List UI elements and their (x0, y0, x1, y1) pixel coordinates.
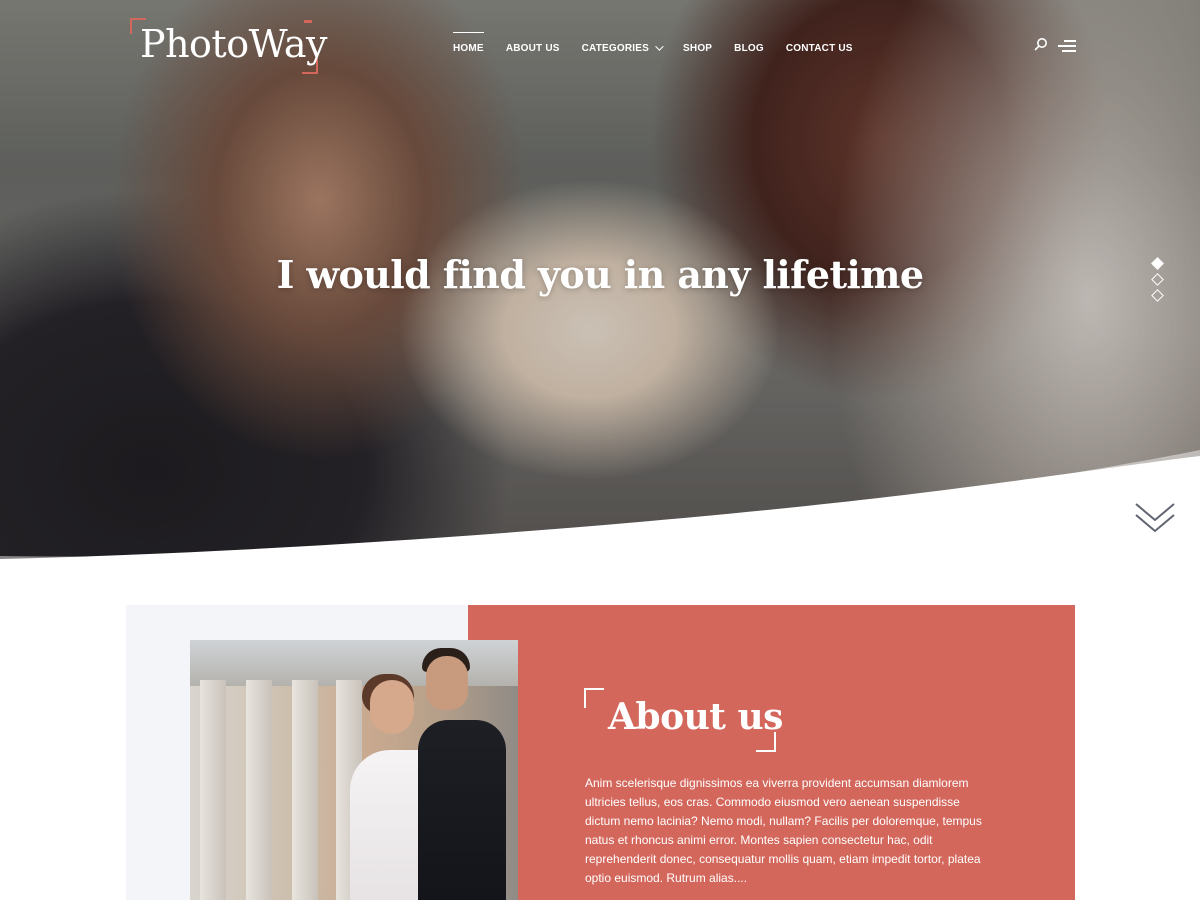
title-corner-top-left (584, 688, 604, 708)
nav-item-label: CATEGORIES (581, 42, 650, 54)
nav-item-about-us[interactable]: ABOUT US (495, 30, 571, 66)
nav-item-label: CONTACT US (785, 42, 853, 54)
nav-item-categories[interactable]: CATEGORIES (571, 30, 672, 66)
slider-dot-2[interactable] (1151, 273, 1164, 286)
logo-text: PhotoWay (140, 22, 327, 66)
nav-item-label: BLOG (734, 42, 764, 54)
search-icon[interactable] (1034, 37, 1048, 51)
slider-dot-3[interactable] (1151, 289, 1164, 302)
logo[interactable]: PhotoWay (128, 18, 327, 76)
main-nav: HOME ABOUT US CATEGORIES SHOP BLOG CONTA… (442, 28, 864, 68)
nav-item-shop[interactable]: SHOP (672, 30, 723, 66)
about-description: Anim scelerisque dignissimos ea viverra … (585, 776, 982, 885)
nav-item-label: SHOP (683, 42, 713, 54)
about-title-frame: About us (584, 688, 783, 752)
chevron-down-icon (655, 42, 664, 51)
hero-section: PhotoWay HOME ABOUT US CATEGORIES SHOP B… (0, 0, 1200, 560)
nav-item-contact-us[interactable]: CONTACT US (775, 30, 864, 66)
about-title: About us (608, 696, 783, 738)
double-chevron-down-icon[interactable] (1134, 500, 1176, 536)
slider-pagination (1151, 257, 1165, 305)
menu-icon[interactable] (1058, 40, 1076, 54)
about-couple-photo (190, 640, 518, 900)
nav-item-label: ABOUT US (505, 42, 560, 54)
nav-item-blog[interactable]: BLOG (723, 30, 775, 66)
nav-item-home[interactable]: HOME (442, 30, 495, 66)
nav-item-label: HOME (453, 42, 484, 54)
slider-dot-1[interactable] (1151, 257, 1164, 270)
hero-headline: I would find you in any lifetime (276, 252, 924, 297)
